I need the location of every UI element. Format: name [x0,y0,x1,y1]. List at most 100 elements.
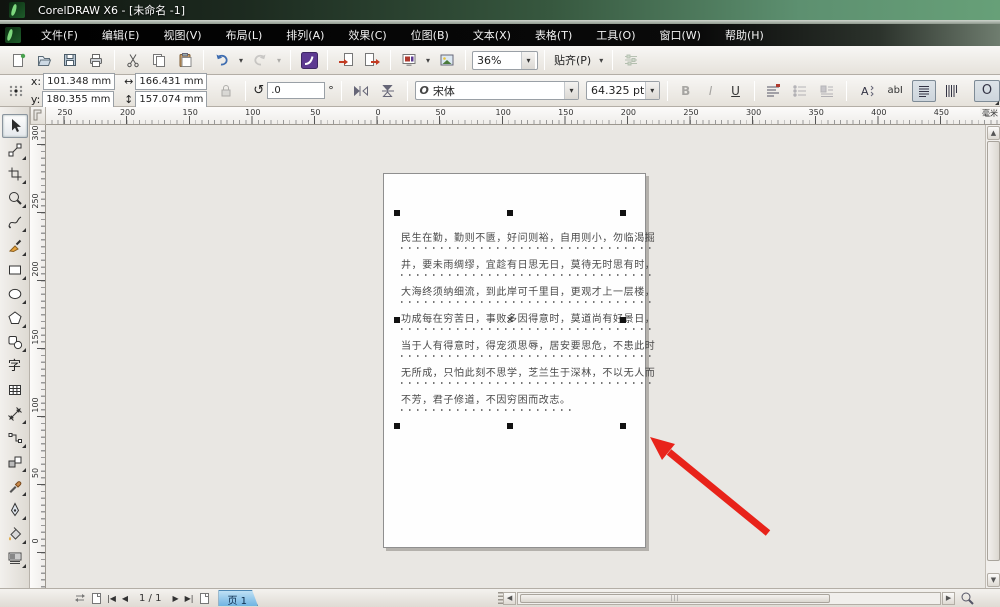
scroll-right-icon[interactable]: ▶ [942,592,955,605]
toolbox-blend-tool[interactable] [2,450,28,474]
zoom-status-icon[interactable] [959,591,975,606]
menu-window[interactable]: 窗口(W) [648,24,713,46]
zoom-level-combo[interactable]: ▾ [472,51,538,70]
drop-cap-button[interactable] [815,80,839,102]
redo-button[interactable] [248,49,272,71]
font-family-combo[interactable]: O 宋体 ▾ [415,81,579,100]
menu-effects[interactable]: 效果(C) [336,24,398,46]
bulleted-list-button[interactable] [788,80,812,102]
bold-button[interactable]: B [675,80,697,102]
welcome-screen-button[interactable] [435,49,459,71]
page-tab[interactable]: 页 1 [218,590,258,606]
options-button[interactable] [619,49,643,71]
ruler-origin-button[interactable] [30,107,46,125]
selection-handle-middle-right[interactable] [620,317,626,323]
next-page-icon[interactable]: ▶ [169,594,181,603]
scroll-down-icon[interactable]: ▼ [987,573,1000,587]
character-formatting-button[interactable]: A [854,80,878,102]
vertical-text-button[interactable] [939,80,963,102]
zoom-level-input[interactable] [473,52,521,69]
selection-handle-bottom-left[interactable] [394,423,400,429]
selected-text-object[interactable]: 民生在勤，勤则不匮，好问则裕，自用则小，勿临渴掘井，要未雨绸缪，宜趁有日思无日，… [397,213,623,426]
scroll-left-icon[interactable]: ◀ [503,592,516,605]
redo-dropdown[interactable]: ▾ [274,56,284,65]
save-button[interactable] [58,49,82,71]
selection-handle-top-left[interactable] [394,210,400,216]
toolbox-polygon-tool[interactable] [2,306,28,330]
toolbox-interactive-fill-tool[interactable] [2,546,28,570]
menu-bitmaps[interactable]: 位图(B) [399,24,461,46]
mirror-horizontal-button[interactable] [349,80,373,102]
vertical-scroll-thumb[interactable] [987,141,1000,561]
scroll-up-icon[interactable]: ▲ [987,126,1000,140]
toolbox-basic-shapes-tool[interactable] [2,330,28,354]
menu-file[interactable]: 文件(F) [29,24,90,46]
undo-dropdown[interactable]: ▾ [236,56,246,65]
x-position-input[interactable] [43,73,115,90]
selection-handle-top-right[interactable] [620,210,626,216]
selection-handle-top-center[interactable] [507,210,513,216]
rotation-input[interactable] [267,82,325,99]
last-page-icon[interactable]: ▶| [182,594,197,603]
toolbox-freehand-tool[interactable] [2,210,28,234]
toolbox-crop-tool[interactable] [2,162,28,186]
text-alignment-button[interactable] [762,80,786,102]
toolbox-rectangle-tool[interactable] [2,258,28,282]
menu-app-icon[interactable] [5,27,21,43]
toolbox-zoom-tool[interactable] [2,186,28,210]
menu-edit[interactable]: 编辑(E) [90,24,152,46]
toolbox-connector-tool[interactable] [2,426,28,450]
open-button[interactable] [32,49,56,71]
menu-help[interactable]: 帮助(H) [713,24,776,46]
undo-button[interactable] [210,49,234,71]
lock-ratio-icon[interactable] [214,80,238,102]
italic-button[interactable]: I [700,80,722,102]
menu-arrange[interactable]: 排列(A) [274,24,336,46]
object-width-input[interactable] [135,73,207,90]
add-page-before-icon[interactable] [88,591,104,606]
menu-tools[interactable]: 工具(O) [584,24,647,46]
selection-handle-middle-left[interactable] [394,317,400,323]
object-height-input[interactable] [135,91,207,108]
launcher-dropdown[interactable]: ▾ [423,56,433,65]
first-page-icon[interactable]: |◀ [104,594,119,603]
horizontal-text-button[interactable] [912,80,936,102]
toolbox-eyedropper-tool[interactable] [2,474,28,498]
menu-layout[interactable]: 布局(L) [214,24,275,46]
mirror-vertical-button[interactable] [376,80,400,102]
cut-button[interactable] [121,49,145,71]
menu-view[interactable]: 视图(V) [151,24,213,46]
underline-button[interactable]: U [725,80,747,102]
selection-handle-bottom-right[interactable] [620,423,626,429]
toolbox-table-tool[interactable] [2,378,28,402]
outline-options-button[interactable]: O [974,80,1000,102]
page-sorter-icon[interactable] [72,591,88,606]
horizontal-scroll-thumb[interactable]: ||| [520,594,830,603]
toolbox-fill-tool[interactable] [2,522,28,546]
menu-table[interactable]: 表格(T) [523,24,584,46]
application-launcher-button[interactable] [397,49,421,71]
toolbox-dimension-tool[interactable] [2,402,28,426]
export-button[interactable] [360,49,384,71]
y-position-input[interactable] [42,91,114,108]
snap-to-label[interactable]: 贴齐(P) [551,52,594,68]
canvas[interactable]: 民生在勤，勤则不匮，好问则裕，自用则小，勿临渴掘井，要未雨绸缪，宜趁有日思无日，… [46,125,985,588]
toolbox-pick-tool[interactable] [2,114,28,138]
selection-handle-bottom-center[interactable] [507,423,513,429]
search-content-button[interactable] [297,49,321,71]
snap-dropdown[interactable]: ▾ [596,56,606,65]
zoom-caret-icon[interactable]: ▾ [521,52,535,69]
new-document-button[interactable] [6,49,30,71]
copy-button[interactable] [147,49,171,71]
toolbox-outline-pen-tool[interactable] [2,498,28,522]
font-size-combo[interactable]: 64.325 pt ▾ [586,81,660,100]
horizontal-scrollbar[interactable]: ||| [517,592,941,605]
paste-button[interactable] [173,49,197,71]
font-size-caret-icon[interactable]: ▾ [645,82,659,99]
menu-text[interactable]: 文本(X) [461,24,523,46]
toolbox-shape-tool[interactable] [2,138,28,162]
import-button[interactable] [334,49,358,71]
previous-page-icon[interactable]: ◀ [119,594,131,603]
toolbox-smart-fill-tool[interactable] [2,234,28,258]
vertical-scrollbar[interactable]: ▲ ▼ [985,125,1000,588]
